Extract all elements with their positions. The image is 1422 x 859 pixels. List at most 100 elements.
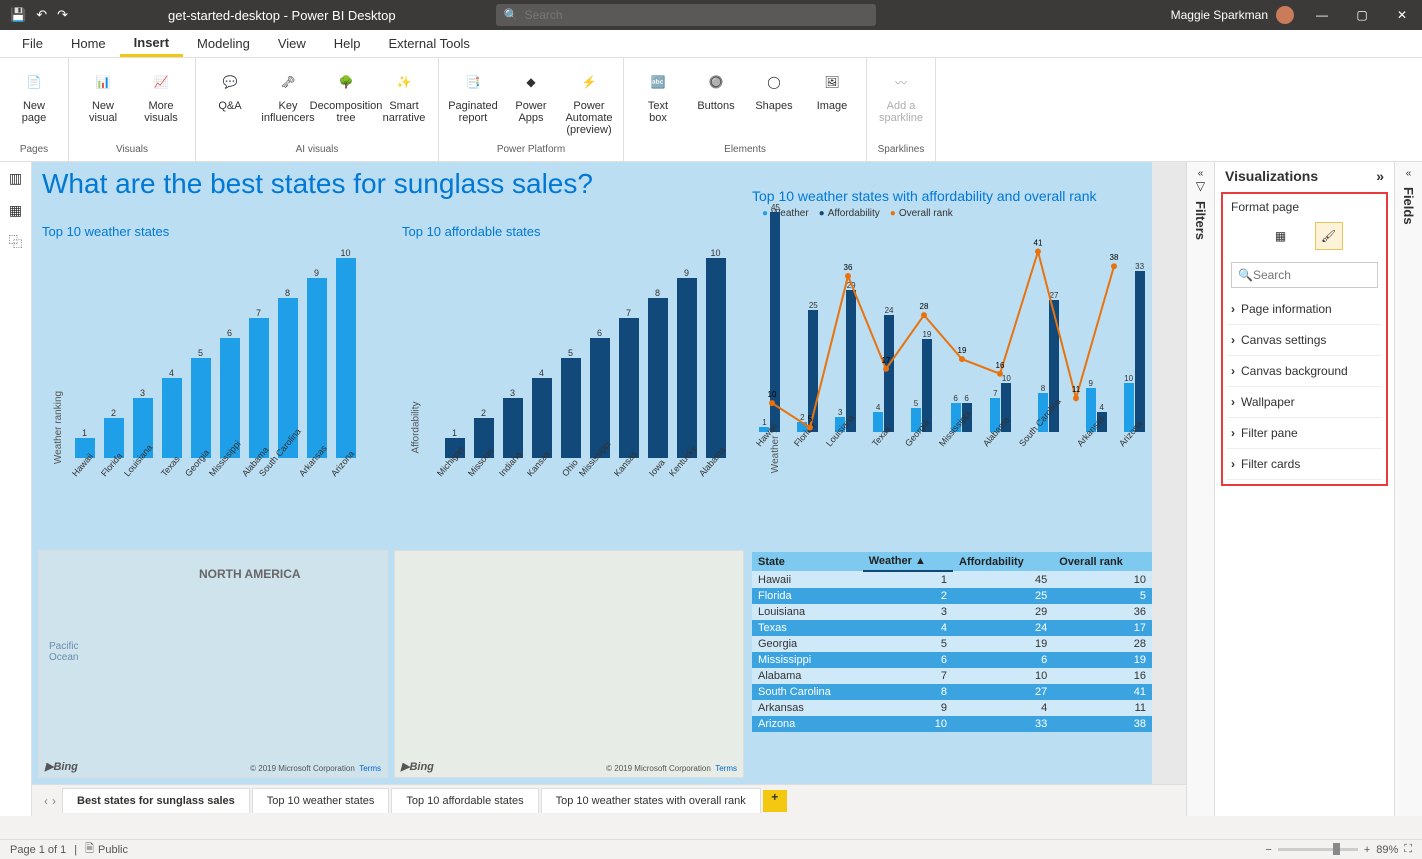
search-icon: 🔍 <box>1238 268 1253 282</box>
tab-external-tools[interactable]: External Tools <box>375 32 484 55</box>
ribbon-key-influencers[interactable]: 🗝Keyinfluencers <box>262 62 314 124</box>
ribbon-decomposition-tree[interactable]: 🌳Decompositiontree <box>320 62 372 124</box>
page-tab[interactable]: Top 10 weather states with overall rank <box>541 788 761 813</box>
data-view-icon[interactable]: ▦ <box>4 198 28 222</box>
page-tab[interactable]: Top 10 affordable states <box>391 788 538 813</box>
format-item[interactable]: Filter cards <box>1227 449 1382 480</box>
filters-title: Filters <box>1193 201 1208 240</box>
format-page-icon[interactable]: 🖌 <box>1315 222 1343 250</box>
ribbon-new-page[interactable]: 📄Newpage <box>8 62 60 124</box>
ribbon-paginated-report[interactable]: 📑Paginatedreport <box>447 62 499 136</box>
data-table[interactable]: StateWeather ▲AffordabilityOverall rankH… <box>752 552 1152 732</box>
map-na-label: NORTH AMERICA <box>199 567 301 581</box>
zoom-control[interactable]: − + 89% ⛶ <box>1265 843 1412 856</box>
filters-icon: ▽ <box>1196 179 1205 193</box>
chart2-title: Top 10 affordable states <box>402 224 541 239</box>
chevron-left-icon: « <box>1406 168 1412 179</box>
ribbon-new-visual[interactable]: 📊Newvisual <box>77 62 129 124</box>
tab-insert[interactable]: Insert <box>120 31 183 57</box>
ribbon-q&a[interactable]: 💬Q&A <box>204 62 256 124</box>
zoom-level: 89% <box>1376 844 1398 856</box>
redo-icon[interactable]: ↷ <box>57 7 68 23</box>
page-tabs: ‹› Best states for sunglass salesTop 10 … <box>32 784 1186 816</box>
global-search[interactable]: 🔍 <box>496 4 876 26</box>
chevron-left-icon: « <box>1198 168 1204 179</box>
ribbon-shapes[interactable]: ◯Shapes <box>748 62 800 124</box>
ribbon-power-apps[interactable]: ◆PowerApps <box>505 62 557 136</box>
ribbon-buttons[interactable]: 🔘Buttons <box>690 62 742 124</box>
quick-access: 💾 ↶ ↷ <box>0 7 78 23</box>
search-input[interactable] <box>525 8 825 22</box>
build-visual-icon[interactable]: ▦ <box>1267 222 1295 250</box>
report-canvas[interactable]: What are the best states for sunglass sa… <box>32 162 1152 784</box>
format-item[interactable]: Canvas settings <box>1227 325 1382 356</box>
chart1[interactable]: 1Hawaii2Florida3Louisiana4Texas5Georgia6… <box>72 252 358 482</box>
chart2[interactable]: 1Michigan2Missouri3Indiana4Kansas5Ohio6M… <box>442 252 728 482</box>
map-northamerica[interactable]: NORTH AMERICA Pacific Ocean ▶Bing © 2019… <box>38 550 388 778</box>
sensitivity-icon: 🗎 <box>85 840 94 859</box>
window-maximize[interactable]: ▢ <box>1342 8 1382 22</box>
status-bar: Page 1 of 1 | 🗎 Public − + 89% ⛶ <box>0 839 1422 859</box>
fields-title: Fields <box>1401 187 1416 225</box>
chart1-title: Top 10 weather states <box>42 224 169 239</box>
fit-page-icon[interactable]: ⛶ <box>1404 843 1412 856</box>
add-page-button[interactable]: + <box>763 790 787 812</box>
format-item[interactable]: Wallpaper <box>1227 387 1382 418</box>
bing-logo: ▶Bing <box>401 760 434 773</box>
window-close[interactable]: ✕ <box>1382 8 1422 22</box>
ribbon-tabs: File Home Insert Modeling View Help Exte… <box>0 30 1422 58</box>
canvas-wrap: What are the best states for sunglass sa… <box>32 162 1186 816</box>
visualizations-pane: Visualizations » Format page ▦ 🖌 🔍 Page … <box>1214 162 1394 816</box>
window-buttons: — ▢ ✕ <box>1302 8 1422 22</box>
save-icon[interactable]: 💾 <box>10 7 26 23</box>
tab-view[interactable]: View <box>264 32 320 55</box>
format-item[interactable]: Canvas background <box>1227 356 1382 387</box>
right-panes: « ▽ Filters Visualizations » Format page… <box>1186 162 1422 816</box>
ribbon: 📄NewpagePages📊Newvisual📈MorevisualsVisua… <box>0 58 1422 162</box>
ribbon-smart-narrative[interactable]: ✨Smartnarrative <box>378 62 430 124</box>
format-search[interactable]: 🔍 <box>1231 262 1378 288</box>
tab-modeling[interactable]: Modeling <box>183 32 264 55</box>
format-item[interactable]: Filter pane <box>1227 418 1382 449</box>
y1-label: Weather ranking <box>53 391 64 464</box>
tab-home[interactable]: Home <box>57 32 120 55</box>
view-switch: ▥ ▦ ⿻ <box>0 162 32 816</box>
tab-file[interactable]: File <box>8 32 57 55</box>
search-icon: 🔍 <box>504 8 519 22</box>
app-title: get-started-desktop - Power BI Desktop <box>168 8 396 23</box>
undo-icon[interactable]: ↶ <box>36 7 47 23</box>
ribbon-image[interactable]: 🖼Image <box>806 62 858 124</box>
page-tab[interactable]: Top 10 weather states <box>252 788 390 813</box>
chart3[interactable]: 145Hawaii225Florida329Louisiana424Texas5… <box>752 222 1152 522</box>
zoom-out[interactable]: − <box>1265 844 1271 856</box>
expand-icon[interactable]: » <box>1376 168 1384 184</box>
map-pacific-label: Pacific Ocean <box>49 641 78 663</box>
report-view-icon[interactable]: ▥ <box>4 166 28 190</box>
ribbon-text-box[interactable]: 🔤Textbox <box>632 62 684 124</box>
map-credit: © 2019 Microsoft Corporation Terms <box>606 764 737 773</box>
chart3-title: Top 10 weather states with affordability… <box>752 188 1097 204</box>
user-area[interactable]: Maggie Sparkman <box>1171 6 1302 24</box>
ribbon-power-automate-(preview)[interactable]: ⚡Power Automate(preview) <box>563 62 615 136</box>
page-tab[interactable]: Best states for sunglass sales <box>62 788 250 813</box>
format-item[interactable]: Page information <box>1227 294 1382 325</box>
zoom-slider[interactable] <box>1278 848 1358 851</box>
model-view-icon[interactable]: ⿻ <box>4 230 28 254</box>
map-us-states[interactable]: ▶Bing © 2019 Microsoft Corporation Terms <box>394 550 744 778</box>
ribbon-more-visuals[interactable]: 📈Morevisuals <box>135 62 187 124</box>
ribbon-add-a-sparkline[interactable]: 〰Add asparkline <box>875 62 927 124</box>
page-tab-arrows[interactable]: ‹› <box>38 794 62 808</box>
y2-label: Affordability <box>411 401 422 453</box>
legend-affordability: Affordability <box>819 208 880 219</box>
window-minimize[interactable]: — <box>1302 8 1342 22</box>
filters-pane-collapsed[interactable]: « ▽ Filters <box>1186 162 1214 816</box>
sensitivity-label[interactable]: Public <box>98 844 128 856</box>
format-search-input[interactable] <box>1253 268 1371 282</box>
tab-help[interactable]: Help <box>320 32 375 55</box>
fields-pane-collapsed[interactable]: « Fields <box>1394 162 1422 816</box>
chart3-legend: Weather Affordability Overall rank <box>762 208 953 219</box>
main: ▥ ▦ ⿻ What are the best states for sungl… <box>0 162 1422 816</box>
legend-overall: Overall rank <box>890 208 953 219</box>
avatar[interactable] <box>1276 6 1294 24</box>
zoom-in[interactable]: + <box>1364 844 1370 856</box>
